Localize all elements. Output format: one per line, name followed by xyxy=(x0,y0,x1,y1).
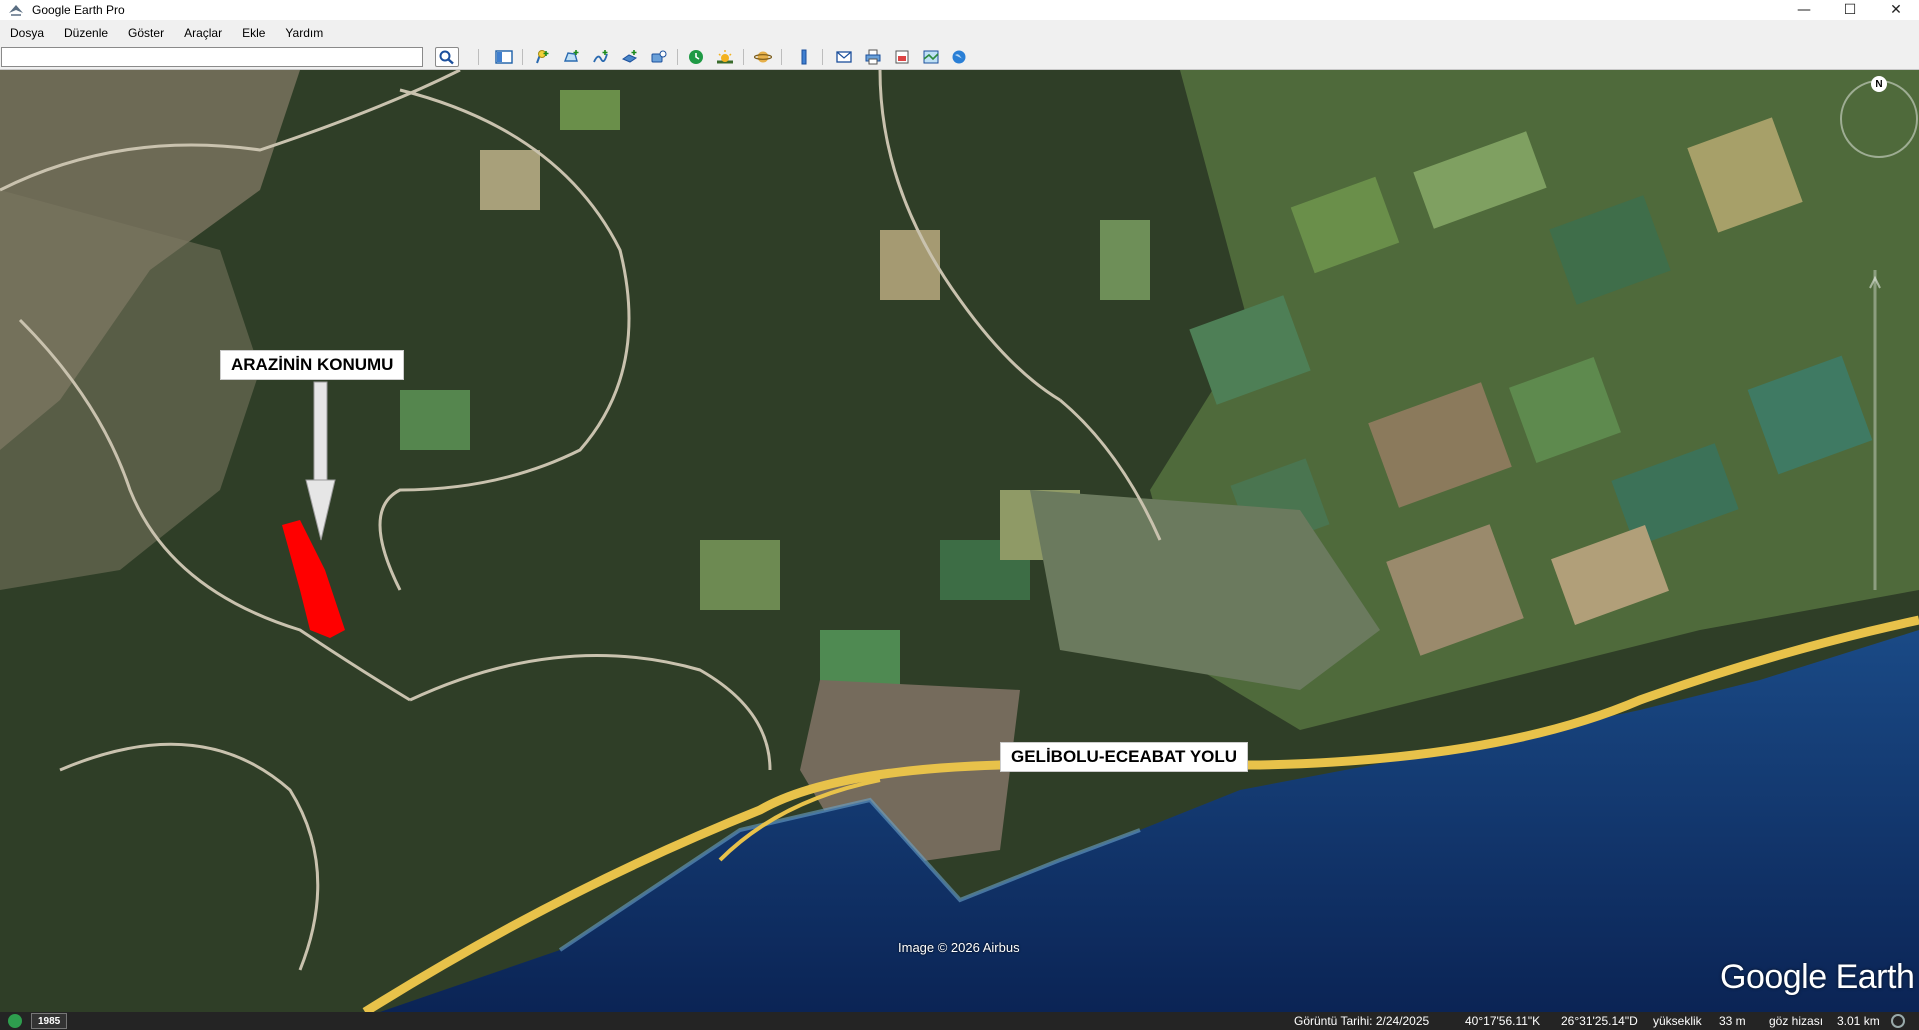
minimize-icon: — xyxy=(1797,2,1811,18)
toolbar xyxy=(0,44,1919,70)
minimize-button[interactable]: — xyxy=(1781,0,1827,20)
menu-dosya[interactable]: Dosya xyxy=(6,26,48,40)
google-earth-window: Google Earth Pro — ☐ ✕ Dosya Düzenle Gös… xyxy=(0,0,1919,1030)
sidebar-toggle-icon xyxy=(495,50,513,64)
save-image-icon xyxy=(895,50,909,64)
print-button[interactable] xyxy=(861,47,885,67)
maximize-button[interactable]: ☐ xyxy=(1827,0,1873,20)
longitude-readout: 26°31'25.14"D xyxy=(1561,1014,1638,1028)
imagery-date: Görüntü Tarihi: 2/24/2025 xyxy=(1294,1014,1430,1028)
add-polygon-button[interactable] xyxy=(560,47,584,67)
menu-yardim[interactable]: Yardım xyxy=(281,26,327,40)
road-label: GELİBOLU-ECEABAT YOLU xyxy=(1000,742,1249,772)
add-image-overlay-icon xyxy=(621,50,638,63)
view-in-maps-icon xyxy=(923,50,939,64)
historical-imagery-button[interactable] xyxy=(684,47,708,67)
elevation-value: 33 m xyxy=(1719,1014,1746,1028)
add-path-icon xyxy=(593,50,608,63)
historical-year-badge[interactable]: 1985 xyxy=(31,1013,68,1029)
sunlight-button[interactable] xyxy=(713,47,737,67)
menu-araclar[interactable]: Araçlar xyxy=(180,26,226,40)
search-input[interactable] xyxy=(1,47,423,67)
historical-imagery-status-icon[interactable] xyxy=(8,1014,22,1028)
menu-bar: Dosya Düzenle Göster Araçlar Ekle Yardım xyxy=(0,22,1919,44)
add-placemark-icon xyxy=(536,50,549,64)
add-image-overlay-button[interactable] xyxy=(618,47,642,67)
title-bar: Google Earth Pro — ☐ ✕ xyxy=(0,0,1919,20)
historical-imagery-icon xyxy=(689,50,703,64)
close-icon: ✕ xyxy=(1890,2,1902,18)
north-indicator[interactable]: N xyxy=(1871,76,1887,92)
latitude-readout: 40°17'56.11"K xyxy=(1465,1014,1541,1028)
streaming-status-icon xyxy=(1891,1014,1905,1028)
map-view[interactable]: ARAZİNİN KONUMU GELİBOLU-ECEABAT YOLU Im… xyxy=(0,70,1919,1012)
search-icon xyxy=(439,50,454,65)
earth-button[interactable] xyxy=(947,47,971,67)
switch-to-sky-button[interactable] xyxy=(751,47,775,67)
satellite-imagery xyxy=(0,70,1919,1012)
add-placemark-button[interactable] xyxy=(530,47,554,67)
imagery-credit: Image © 2026 Airbus xyxy=(898,940,1020,955)
add-polygon-icon xyxy=(563,50,579,62)
sidebar-toggle-button[interactable] xyxy=(492,47,516,67)
google-earth-logo: Google Earth xyxy=(1720,958,1915,996)
app-icon xyxy=(9,5,23,16)
parcel-location-label: ARAZİNİN KONUMU xyxy=(220,350,405,380)
save-image-button[interactable] xyxy=(890,47,914,67)
zoom-slider[interactable] xyxy=(1868,270,1882,600)
record-tour-button[interactable] xyxy=(647,47,671,67)
email-icon xyxy=(836,51,852,63)
maximize-icon: ☐ xyxy=(1843,2,1857,18)
menu-goster[interactable]: Göster xyxy=(124,26,168,40)
switch-to-sky-icon xyxy=(754,51,772,63)
menu-ekle[interactable]: Ekle xyxy=(238,26,269,40)
record-tour-icon xyxy=(651,50,667,63)
add-path-button[interactable] xyxy=(589,47,613,67)
email-button[interactable] xyxy=(832,47,856,67)
close-button[interactable]: ✕ xyxy=(1873,0,1919,20)
search-button[interactable] xyxy=(435,47,459,67)
eye-altitude-label: göz hizası xyxy=(1769,1014,1824,1028)
window-title: Google Earth Pro xyxy=(32,3,125,17)
sunlight-icon xyxy=(717,50,733,64)
print-icon xyxy=(865,49,881,65)
elevation-label: yükseklik xyxy=(1653,1014,1702,1028)
ruler-button[interactable] xyxy=(792,47,816,67)
eye-altitude-value: 3.01 km xyxy=(1837,1014,1880,1028)
view-in-maps-button[interactable] xyxy=(919,47,943,67)
ruler-icon xyxy=(801,49,807,65)
menu-duzenle[interactable]: Düzenle xyxy=(60,26,112,40)
earth-icon xyxy=(952,50,966,64)
status-bar: 1985 Görüntü Tarihi: 2/24/2025 40°17'56.… xyxy=(0,1012,1919,1030)
